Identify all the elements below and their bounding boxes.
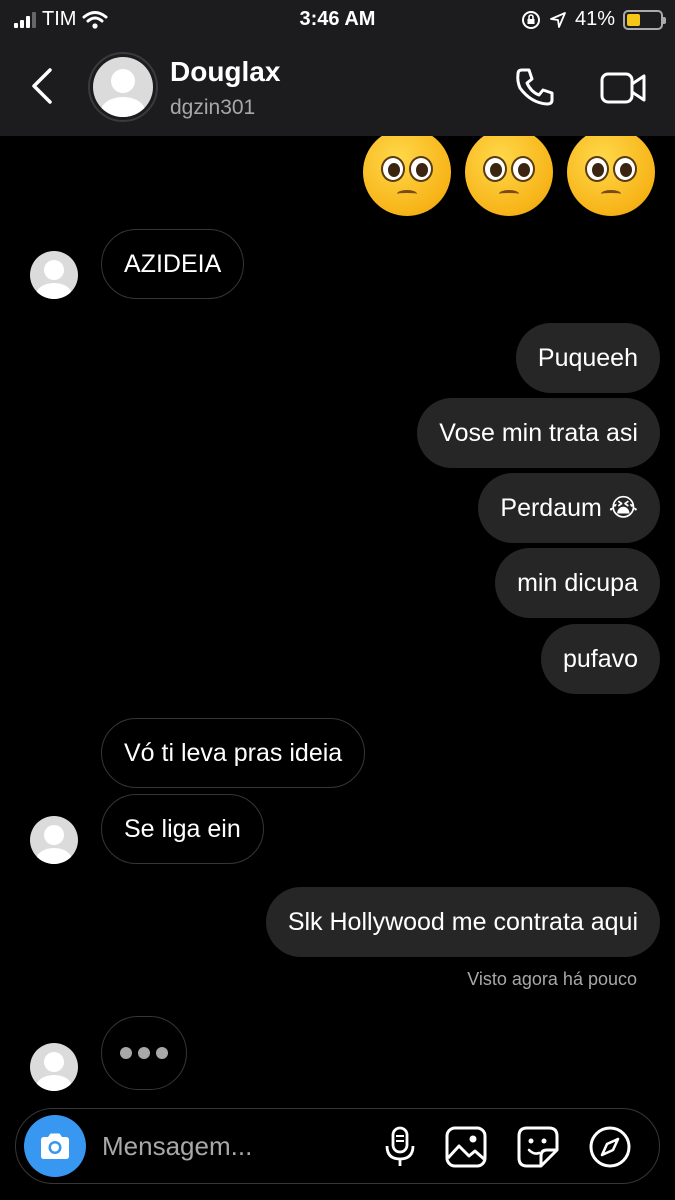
emoji-message[interactable] bbox=[363, 136, 655, 216]
sticker-button[interactable] bbox=[516, 1125, 560, 1169]
back-button[interactable] bbox=[24, 64, 64, 108]
typing-dot bbox=[138, 1047, 150, 1059]
message-bubble-outgoing[interactable]: Perdaum 😭 bbox=[478, 473, 660, 543]
message-bubble-incoming[interactable]: Vó ti leva pras ideia bbox=[101, 718, 366, 788]
microphone-icon bbox=[385, 1126, 415, 1166]
sender-avatar[interactable] bbox=[30, 251, 78, 299]
phone-icon bbox=[516, 68, 554, 106]
seen-status: Visto agora há pouco bbox=[467, 969, 637, 989]
sender-avatar[interactable] bbox=[30, 1043, 78, 1091]
pleading-face-emoji bbox=[465, 136, 553, 216]
default-avatar-icon bbox=[93, 57, 153, 117]
gallery-button[interactable] bbox=[444, 1125, 488, 1169]
battery-level-fill bbox=[627, 13, 641, 26]
typing-indicator bbox=[101, 1016, 187, 1090]
contact-avatar[interactable] bbox=[88, 52, 158, 122]
pleading-face-emoji bbox=[567, 136, 655, 216]
contact-name[interactable]: Douglax bbox=[170, 56, 280, 88]
message-bubble-outgoing[interactable]: Slk Hollywood me contrata aqui bbox=[265, 887, 660, 957]
explore-button[interactable] bbox=[588, 1125, 632, 1169]
typing-dot bbox=[120, 1047, 132, 1059]
typing-dot bbox=[156, 1047, 168, 1059]
camera-button[interactable] bbox=[24, 1115, 86, 1177]
contact-username[interactable]: dgzin301 bbox=[170, 96, 255, 120]
message-bubble-outgoing[interactable]: pufavo bbox=[540, 624, 660, 694]
voice-call-button[interactable] bbox=[512, 64, 558, 110]
back-icon bbox=[32, 68, 52, 104]
compass-icon bbox=[589, 1126, 631, 1168]
camera-icon bbox=[41, 1133, 69, 1159]
message-bubble-outgoing[interactable]: min dicupa bbox=[495, 548, 660, 618]
sticker-icon bbox=[517, 1126, 559, 1168]
message-bubble-outgoing[interactable]: Puqueeh bbox=[515, 323, 660, 393]
battery-icon bbox=[623, 9, 666, 30]
video-call-button[interactable] bbox=[598, 66, 648, 110]
message-bubble-incoming[interactable]: AZIDEIA bbox=[101, 229, 245, 299]
gallery-icon bbox=[445, 1126, 487, 1168]
chat-header: Douglax dgzin301 bbox=[0, 40, 675, 136]
sender-avatar[interactable] bbox=[30, 816, 78, 864]
message-thread[interactable]: AZIDEIA Puqueeh Vose min trata asi Perda… bbox=[0, 136, 675, 1106]
battery-percent: 41% bbox=[574, 8, 615, 30]
orientation-lock-icon bbox=[521, 10, 540, 29]
status-bar: TIM 3:46 AM 41% bbox=[0, 0, 675, 40]
video-icon bbox=[600, 72, 646, 104]
message-composer bbox=[15, 1108, 660, 1184]
message-bubble-incoming[interactable]: Se liga ein bbox=[101, 794, 264, 864]
message-bubble-outgoing[interactable]: Vose min trata asi bbox=[417, 398, 660, 468]
message-input[interactable] bbox=[102, 1129, 362, 1163]
voice-message-button[interactable] bbox=[378, 1125, 422, 1169]
location-icon bbox=[550, 11, 566, 28]
pleading-face-emoji bbox=[363, 136, 451, 216]
